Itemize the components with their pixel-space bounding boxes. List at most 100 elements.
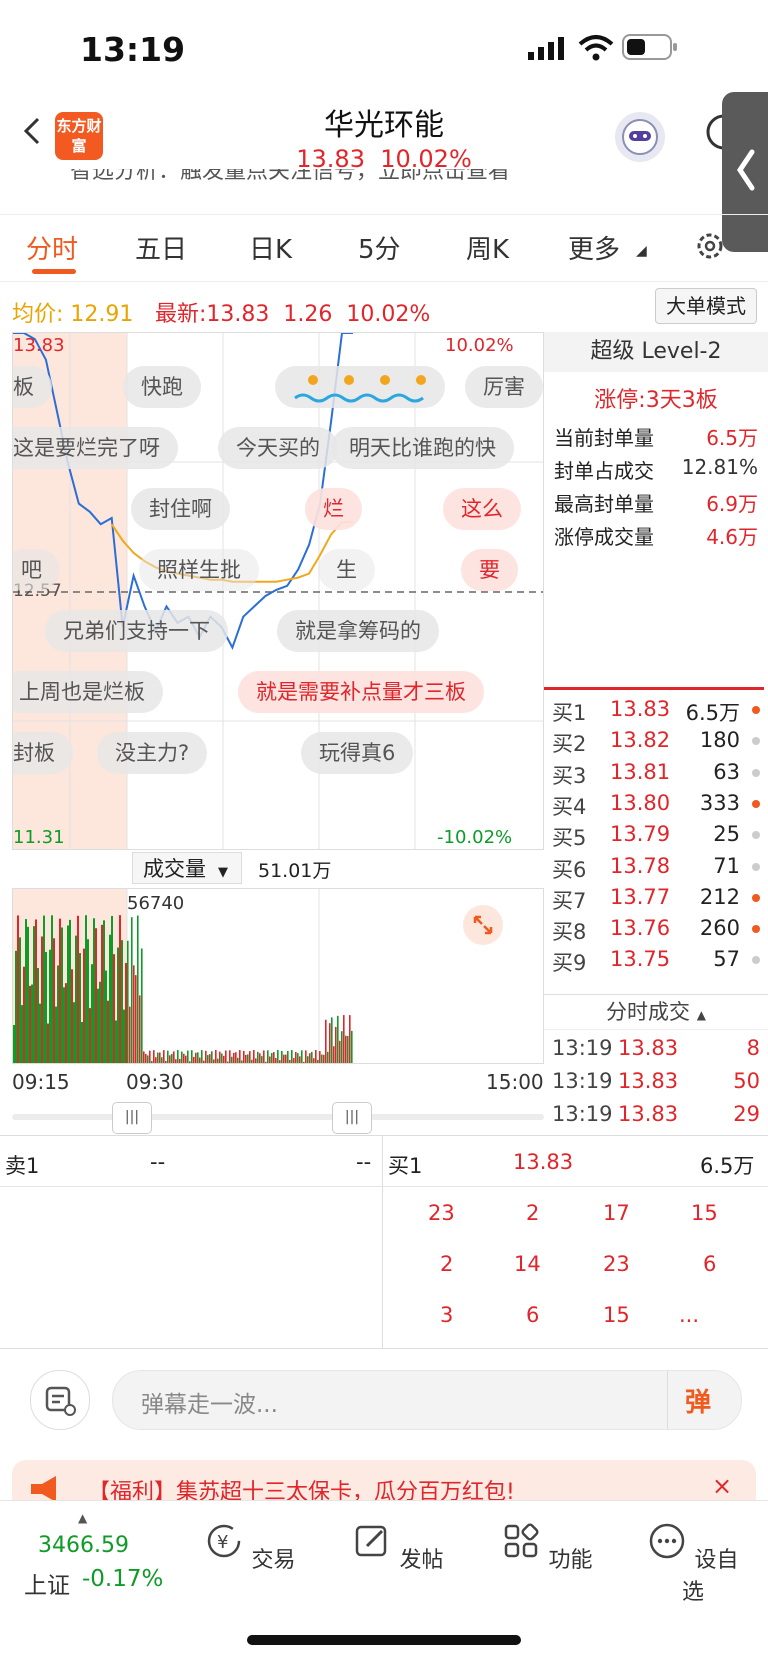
bid-price: 13.77: [610, 884, 671, 909]
limit-label: 涨停:: [594, 388, 646, 413]
tab-five-day[interactable]: 五日: [135, 229, 187, 266]
stat-value: 12.81%: [681, 455, 758, 479]
tab-intraday[interactable]: 分时: [26, 229, 78, 266]
danmu-bubble[interactable]: 封板: [13, 732, 73, 774]
danmu-bubble[interactable]: 兄弟们支持一下: [45, 610, 228, 652]
notice-ticker[interactable]: 智选分析：触发量点关注信号，立即点击查看: [70, 169, 710, 183]
intraday-chart[interactable]: 13.83 10.02% 11.31 -10.02% 12.57 板 快跑 厉害…: [12, 332, 544, 850]
bid-label: 买3: [552, 763, 587, 788]
danmu-input-field[interactable]: 弹幕走一波... 弹: [112, 1370, 742, 1430]
bid-dot: [752, 862, 760, 871]
swimmer-sticker: [275, 366, 445, 408]
danmu-bubble-highlight[interactable]: 要: [461, 549, 518, 591]
queue-order-size: 23: [603, 1252, 630, 1276]
search-icon[interactable]: [700, 112, 724, 152]
volume-bar: [257, 1051, 259, 1063]
tab-daily-k[interactable]: 日K: [249, 229, 292, 266]
limit-up-streak: 涨停:3天3板: [544, 382, 768, 414]
ticks-header[interactable]: 分时成交 ▲: [544, 994, 768, 1030]
index-ticker[interactable]: ▲ 3466.59 上证 -0.17%: [12, 1511, 172, 1601]
volume-bar: [133, 965, 135, 1063]
bid-price: 13.75: [610, 947, 671, 972]
volume-label: 成交量: [143, 857, 206, 881]
volume-bar: [281, 1050, 283, 1063]
status-bar: 13:19: [0, 0, 768, 92]
bid-row[interactable]: 买3 13.81 63: [552, 760, 766, 793]
volume-bar: [193, 1056, 195, 1063]
danmu-bubble[interactable]: 玩得真6: [301, 732, 414, 774]
robot-assistant-icon[interactable]: [615, 112, 665, 162]
expand-icon[interactable]: [463, 905, 503, 945]
chart-low-pct: -10.02%: [437, 827, 513, 848]
nav-trade[interactable]: ¥ 交易: [195, 1521, 305, 1574]
promo-close-icon[interactable]: ×: [712, 1472, 732, 1500]
big-order-mode-button[interactable]: 大单模式: [655, 288, 757, 324]
volume-bar: [39, 1003, 41, 1063]
time-range-slider[interactable]: ||| |||: [12, 1102, 544, 1134]
danmu-bubble[interactable]: 吧: [13, 549, 60, 591]
stat-value: 4.6万: [706, 525, 758, 549]
bid-row[interactable]: 买2 13.82 180: [552, 728, 766, 761]
bid-dot: [752, 893, 760, 902]
volume-bar: [241, 1060, 243, 1063]
bid-price: 13.83: [610, 697, 671, 721]
danmu-bubble[interactable]: 就是拿筹码的: [277, 610, 439, 652]
bid-row[interactable]: 买4 13.80 333: [552, 791, 766, 824]
volume-bar: [333, 1046, 335, 1063]
bid-price: 13.82: [610, 728, 671, 753]
limit-value: 3天3板: [645, 388, 718, 413]
volume-bar: [41, 936, 43, 1063]
volume-chart[interactable]: 56740: [12, 888, 544, 1064]
nav-post[interactable]: 发帖: [343, 1521, 453, 1574]
danmu-bubble[interactable]: 照样生批: [139, 549, 259, 591]
volume-bar: [309, 1053, 311, 1063]
tab-more[interactable]: 更多: [568, 229, 620, 266]
danmu-settings-icon[interactable]: [30, 1370, 90, 1430]
slider-track: [12, 1114, 544, 1120]
volume-indicator-select[interactable]: 成交量 ▼: [132, 852, 242, 884]
danmu-bubble[interactable]: 今天买的: [218, 427, 338, 469]
bid-row[interactable]: 买5 13.79 25: [552, 822, 766, 855]
danmu-bubble-highlight[interactable]: 烂: [305, 488, 362, 530]
volume-bar: [53, 938, 55, 1063]
tab-5min[interactable]: 5分: [358, 229, 401, 266]
nav-functions[interactable]: 功能: [492, 1521, 602, 1574]
bid-row[interactable]: 买6 13.78 71: [552, 854, 766, 887]
danmu-bubble[interactable]: 没主力?: [97, 732, 208, 774]
volume-bar: [277, 1050, 279, 1063]
danmu-bubble[interactable]: 封住啊: [131, 488, 230, 530]
bid-row[interactable]: 买1 13.83 6.5万: [552, 697, 766, 730]
slider-handle-right[interactable]: |||: [332, 1102, 372, 1134]
queue-order-size: 6: [526, 1303, 540, 1327]
slider-handle-left[interactable]: |||: [112, 1102, 152, 1134]
latest-price: 最新:13.83 1.26 10.02%: [155, 296, 430, 328]
bid-row[interactable]: 买8 13.76 260: [552, 916, 766, 949]
level2-title[interactable]: 超级 Level-2: [544, 332, 768, 372]
tab-weekly-k[interactable]: 周K: [466, 229, 509, 266]
danmu-bubble[interactable]: 板: [13, 366, 52, 408]
gear-icon[interactable]: [695, 231, 725, 261]
danmu-bubble-highlight[interactable]: 就是需要补点量才三板: [238, 671, 484, 713]
danmu-bubble-highlight[interactable]: 这么: [443, 488, 521, 530]
tick-time: 13:19: [552, 1036, 613, 1060]
danmu-bubble[interactable]: 这是要烂完了呀: [13, 427, 178, 469]
volume-bar: [263, 1050, 265, 1063]
danmu-bubble[interactable]: 上周也是烂板: [13, 671, 163, 713]
volume-bar: [159, 1052, 161, 1063]
bid-label: 买2: [552, 732, 587, 757]
volume-bar: [311, 1051, 313, 1063]
nav-add-watchlist[interactable]: 设自选: [638, 1521, 748, 1606]
bid-volume: 25: [713, 822, 740, 847]
tick-volume: 8: [746, 1036, 760, 1060]
danmu-bubble[interactable]: 明天比谁跑的快: [331, 427, 514, 469]
danmu-bubble[interactable]: 快跑: [123, 366, 201, 408]
danmu-bubble[interactable]: 生: [318, 549, 375, 591]
promo-banner[interactable]: 【福利】集苏超十三太保卡，瓜分百万红包! ×: [12, 1460, 756, 1500]
danmu-bubble[interactable]: 厉害: [465, 366, 543, 408]
danmu-send-button[interactable]: 弹: [685, 1382, 711, 1419]
volume-bar: [243, 1050, 245, 1063]
bid-row[interactable]: 买9 13.75 57: [552, 947, 766, 980]
bid-row[interactable]: 买7 13.77 212: [552, 885, 766, 918]
volume-bar: [55, 1006, 57, 1063]
volume-bar: [341, 1031, 343, 1063]
